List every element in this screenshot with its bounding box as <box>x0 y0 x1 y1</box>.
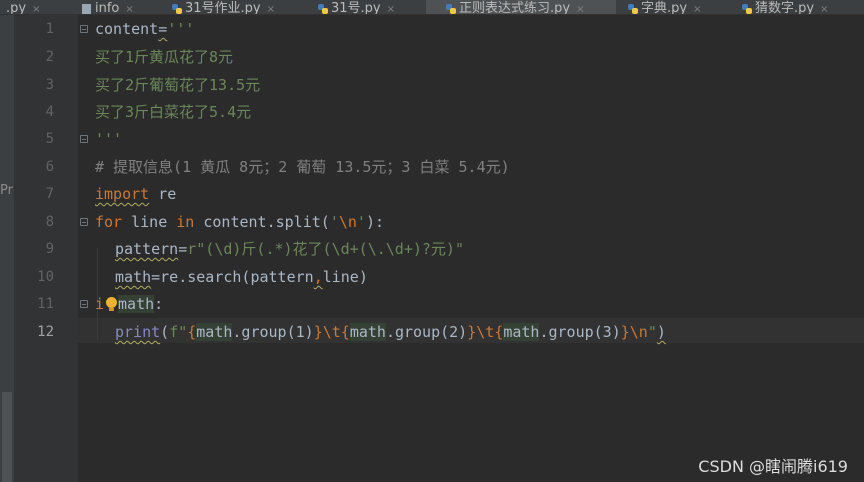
editor-tab-bar: .py × info × 31号作业.py × 31号.py × 正则表达式练习… <box>0 0 864 15</box>
line-number: 5 <box>45 131 54 147</box>
code-line-10[interactable]: math=re.search(pattern,line) <box>115 268 368 286</box>
python-file-icon <box>446 4 456 14</box>
line-number: 11 <box>37 296 54 312</box>
code-line-6[interactable]: # 提取信息(1 黄瓜 8元；2 葡萄 13.5元；3 白菜 5.4元) <box>95 158 510 176</box>
code-line-9[interactable]: pattern=r"(\d)斤(.*)花了(\d+(\.\d+)?元)" <box>115 240 464 258</box>
tab-guess-number[interactable]: 猜数字.py × <box>742 0 864 14</box>
tab-regex-practice[interactable]: 正则表达式练习.py × <box>426 0 616 14</box>
line-number: 8 <box>45 214 54 230</box>
close-icon[interactable]: × <box>693 4 701 14</box>
code-line-2[interactable]: 买了1斤黄瓜花了8元 <box>95 48 233 66</box>
python-file-icon <box>742 4 752 14</box>
tab-dictionary[interactable]: 字典.py × <box>628 0 728 14</box>
tab-label: info <box>95 1 120 14</box>
code-line-7[interactable]: import re <box>95 185 176 203</box>
project-panel-label[interactable]: Pr <box>0 183 13 198</box>
line-number: 1 <box>45 21 54 37</box>
project-tool-strip[interactable]: Pr <box>0 15 14 482</box>
line-number: 7 <box>45 186 54 202</box>
close-icon[interactable]: × <box>267 4 275 14</box>
close-icon[interactable]: × <box>387 4 395 14</box>
line-number: 10 <box>37 269 54 285</box>
close-icon[interactable]: × <box>576 4 584 14</box>
close-icon[interactable]: × <box>125 4 133 14</box>
code-line-3[interactable]: 买了2斤葡萄花了13.5元 <box>95 76 260 94</box>
close-icon[interactable]: × <box>820 4 828 14</box>
close-icon[interactable]: × <box>32 4 40 14</box>
line-number: 2 <box>45 49 54 65</box>
lightbulb-icon[interactable] <box>104 295 118 313</box>
line-number: 9 <box>45 241 54 257</box>
tab-label: .py <box>6 1 27 14</box>
file-icon <box>82 4 91 14</box>
tab-label: 31号作业.py <box>185 1 261 14</box>
python-file-icon <box>318 4 328 14</box>
tab-label: 正则表达式练习.py <box>459 1 571 14</box>
line-number: 4 <box>45 104 54 120</box>
tab-info[interactable]: info × <box>82 0 156 14</box>
tab-py-file[interactable]: .py × <box>6 0 68 14</box>
code-line-4[interactable]: 买了3斤白菜花了5.4元 <box>95 103 251 121</box>
code-line-11[interactable]: i math: <box>95 295 163 313</box>
code-line-8[interactable]: for line in content.split('\n'): <box>95 213 384 231</box>
python-file-icon <box>628 4 638 14</box>
line-number: 6 <box>45 159 54 175</box>
tab-31-homework[interactable]: 31号作业.py × <box>172 0 300 14</box>
tab-label: 猜数字.py <box>755 1 815 14</box>
line-number: 3 <box>45 77 54 93</box>
tab-31[interactable]: 31号.py × <box>318 0 418 14</box>
indent-guide <box>97 248 98 340</box>
tab-label: 31号.py <box>331 1 381 14</box>
code-editor[interactable]: content=''' 买了1斤黄瓜花了8元 买了2斤葡萄花了13.5元 买了3… <box>78 15 864 482</box>
python-file-icon <box>172 4 182 14</box>
code-line-5[interactable]: ''' <box>95 130 122 148</box>
line-number-current: 12 <box>37 324 54 340</box>
code-line-12[interactable]: print(f"{math.group(1)}\t{math.group(2)}… <box>115 323 666 341</box>
csdn-watermark: CSDN @瞎闹腾i619 <box>698 457 848 476</box>
code-line-1[interactable]: content=''' <box>95 20 194 38</box>
tab-label: 字典.py <box>641 1 688 14</box>
line-number-gutter: 1 2 3 4 5 6 7 8 9 10 11 12 <box>14 15 88 482</box>
scroll-marker[interactable] <box>2 392 12 482</box>
